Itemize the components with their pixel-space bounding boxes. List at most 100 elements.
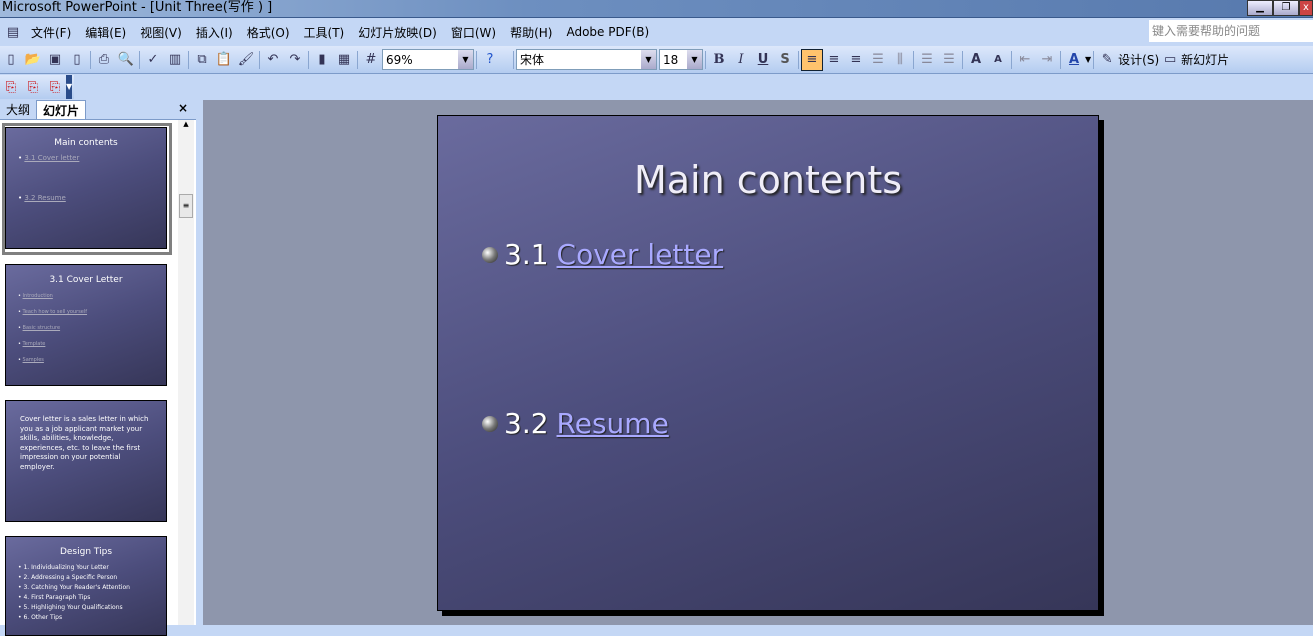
italic-button[interactable]: I xyxy=(730,49,752,71)
shadow-button[interactable]: S xyxy=(774,49,796,71)
chart-icon[interactable]: ▮ xyxy=(311,49,333,71)
thumb-item: 3. Catching Your Reader's Attention xyxy=(23,584,130,591)
bold-button[interactable]: B xyxy=(708,49,730,71)
slide-bullet-2: 3.2 Resume xyxy=(482,407,669,440)
open-icon[interactable]: 📂 xyxy=(22,49,44,71)
bullet-icon xyxy=(482,246,498,263)
pdf-review-icon[interactable]: ⎘ xyxy=(44,76,66,98)
resume-link[interactable]: Resume xyxy=(557,407,669,440)
new-icon[interactable]: ▯ xyxy=(0,49,22,71)
menu-help[interactable]: 帮助(H) xyxy=(503,24,559,41)
menu-adobe-pdf[interactable]: Adobe PDF(B) xyxy=(559,25,656,39)
new-slide-icon: ▭ xyxy=(1163,52,1177,67)
grid-icon[interactable]: # xyxy=(360,49,382,71)
thumb-title: 3.1 Cover Letter xyxy=(49,275,123,285)
print-icon[interactable]: ⎙ xyxy=(93,49,115,71)
menu-window[interactable]: 窗口(W) xyxy=(444,24,503,41)
slide-thumbnail-3[interactable]: Cover letter is a sales letter in which … xyxy=(5,400,167,522)
slide-editing-area: Main contents 3.1 Cover letter 3.2 Resume xyxy=(203,100,1313,625)
chevron-down-icon[interactable]: ▼ xyxy=(458,50,473,69)
menu-view[interactable]: 视图(V) xyxy=(133,24,189,41)
panel-splitter[interactable] xyxy=(196,100,203,625)
format-painter-icon[interactable]: 🖌 xyxy=(235,49,257,71)
menu-format[interactable]: 格式(O) xyxy=(240,24,297,41)
zoom-value: 69% xyxy=(386,52,413,67)
thumb-link: 3.2 Resume xyxy=(24,194,66,202)
increase-font-icon[interactable]: A xyxy=(965,49,987,71)
font-value: 宋体 xyxy=(520,53,545,67)
bullet-number: 3.2 xyxy=(504,407,549,440)
restore-button[interactable]: ❐ xyxy=(1273,0,1299,16)
redo-icon[interactable]: ↷ xyxy=(284,49,306,71)
window-title: Microsoft PowerPoint - [Unit Three(写作 ) … xyxy=(2,0,273,15)
slide-title[interactable]: Main contents xyxy=(438,158,1098,202)
undo-icon[interactable]: ↶ xyxy=(262,49,284,71)
chevron-down-icon[interactable]: ▼ xyxy=(687,50,702,69)
distribute-icon[interactable]: ☰ xyxy=(867,49,889,71)
minimize-button[interactable]: ▁ xyxy=(1247,0,1273,16)
current-slide[interactable]: Main contents 3.1 Cover letter 3.2 Resume xyxy=(437,115,1099,611)
chevron-down-icon[interactable]: ▼ xyxy=(641,50,656,69)
thumb-item: 6. Other Tips xyxy=(23,614,63,621)
align-left-icon[interactable]: ≡ xyxy=(801,48,823,71)
help-search-input[interactable]: 键入需要帮助的问题 xyxy=(1149,20,1313,42)
permission-icon[interactable]: ▯ xyxy=(66,49,88,71)
close-button[interactable]: x xyxy=(1299,0,1313,16)
pdf-convert-icon[interactable]: ⎘ xyxy=(0,76,22,98)
increase-indent-icon[interactable]: ⇥ xyxy=(1036,49,1058,71)
text-direction-icon[interactable]: ⫼ xyxy=(889,49,911,71)
pdf-email-icon[interactable]: ⎘ xyxy=(22,76,44,98)
formatting-toolbar: ▯ 📂 ▣ ▯ ⎙ 🔍 ✓ ▥ ⧉ 📋 🖌 ↶ ↷ ▮ ▦ # 69% ▼ ? 宋… xyxy=(0,46,1313,74)
document-icon[interactable]: ▤ xyxy=(2,21,24,43)
save-icon[interactable]: ▣ xyxy=(44,49,66,71)
font-select[interactable]: 宋体 ▼ xyxy=(516,49,657,70)
scrollbar[interactable]: ▲ ≡ xyxy=(178,120,194,625)
chevron-down-icon[interactable]: ▼ xyxy=(1085,55,1091,64)
menu-tools[interactable]: 工具(T) xyxy=(297,24,352,41)
align-center-icon[interactable]: ≡ xyxy=(823,49,845,71)
spelling-icon[interactable]: ✓ xyxy=(142,49,164,71)
menu-insert[interactable]: 插入(I) xyxy=(189,24,240,41)
menu-bar: ▤ 文件(F) 编辑(E) 视图(V) 插入(I) 格式(O) 工具(T) 幻灯… xyxy=(0,19,1313,45)
slide-thumbnail-2[interactable]: 3.1 Cover Letter • Introduction • Teach … xyxy=(5,264,167,386)
tab-slides[interactable]: 幻灯片 xyxy=(36,100,87,119)
thumb-item: 5. Highlighing Your Qualifications xyxy=(23,604,123,611)
thumb-title: Design Tips xyxy=(59,547,113,557)
menu-edit[interactable]: 编辑(E) xyxy=(78,24,133,41)
menu-slideshow[interactable]: 幻灯片放映(D) xyxy=(351,24,444,41)
bullets-icon[interactable]: ☰ xyxy=(938,49,960,71)
print-preview-icon[interactable]: 🔍 xyxy=(115,49,137,71)
toolbar-options-icon[interactable]: ▼ xyxy=(66,75,73,99)
thumb-link: Introduction xyxy=(22,293,53,299)
paste-icon[interactable]: 📋 xyxy=(213,49,235,71)
cover-letter-link[interactable]: Cover letter xyxy=(557,238,724,271)
thumb-link: Basic structure xyxy=(22,325,61,331)
font-size-select[interactable]: 18 ▼ xyxy=(659,49,703,70)
thumb-body: Cover letter is a sales letter in which … xyxy=(20,415,149,471)
close-panel-icon[interactable]: × xyxy=(178,101,188,115)
zoom-select[interactable]: 69% ▼ xyxy=(382,49,474,70)
tab-outline[interactable]: 大纲 xyxy=(0,100,36,119)
help-icon[interactable]: ? xyxy=(479,49,501,71)
underline-button[interactable]: U xyxy=(752,49,774,71)
thumb-item: 2. Addressing a Specific Person xyxy=(23,574,118,581)
menu-file[interactable]: 文件(F) xyxy=(24,24,78,41)
thumb-link: Teach how to sell yourself xyxy=(22,309,88,315)
table-icon[interactable]: ▦ xyxy=(333,49,355,71)
decrease-indent-icon[interactable]: ⇤ xyxy=(1014,49,1036,71)
copy-icon[interactable]: ⧉ xyxy=(191,49,213,71)
scrollbar-thumb[interactable]: ≡ xyxy=(179,194,193,218)
bullet-number: 3.1 xyxy=(504,238,549,271)
slide-thumbnail-4[interactable]: Design Tips • 1. Individualizing Your Le… xyxy=(5,536,167,636)
thumb-title: Main contents xyxy=(54,138,118,148)
design-button[interactable]: 设计(S) xyxy=(1118,51,1159,68)
font-color-icon[interactable]: A xyxy=(1063,49,1085,71)
decrease-font-icon[interactable]: A xyxy=(987,49,1009,71)
thumb-item: 4. First Paragraph Tips xyxy=(23,594,91,601)
slide-thumbnail-1[interactable]: Main contents • 3.1 Cover letter • 3.2 R… xyxy=(5,127,167,249)
slide-bullet-1: 3.1 Cover letter xyxy=(482,238,723,271)
align-right-icon[interactable]: ≡ xyxy=(845,49,867,71)
research-icon[interactable]: ▥ xyxy=(164,49,186,71)
new-slide-button[interactable]: 新幻灯片 xyxy=(1181,51,1229,68)
numbering-icon[interactable]: ☰ xyxy=(916,49,938,71)
